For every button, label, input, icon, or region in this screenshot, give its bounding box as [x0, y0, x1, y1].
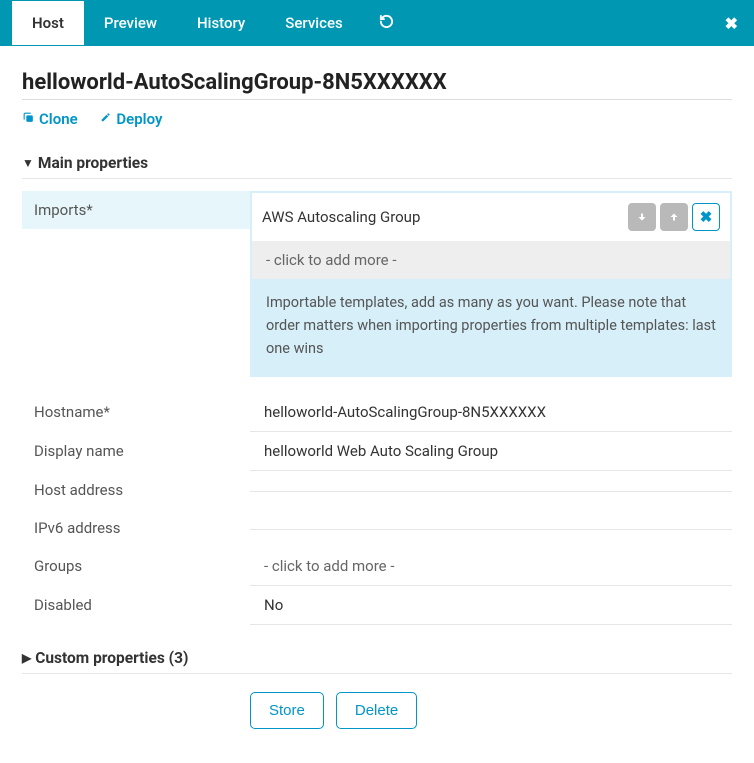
field-display-name: Display name helloworld Web Auto Scaling…: [22, 432, 732, 471]
move-down-button[interactable]: [628, 203, 656, 231]
hostaddr-value[interactable]: [250, 471, 732, 491]
imports-item-label: AWS Autoscaling Group: [262, 208, 624, 226]
groups-label: Groups: [22, 547, 250, 585]
imports-help-text: Importable templates, add as many as you…: [252, 279, 730, 365]
divider: [22, 178, 732, 179]
form-actions: Store Delete: [250, 692, 732, 729]
ipv6-value[interactable]: [250, 509, 732, 529]
hostname-value[interactable]: helloworld-AutoScalingGroup-8N5XXXXXX: [250, 393, 732, 431]
refresh-icon[interactable]: [363, 2, 410, 45]
field-groups: Groups - click to add more -: [22, 547, 732, 586]
hostname-label: Hostname*: [22, 393, 250, 431]
section-main-label: Main properties: [38, 154, 148, 172]
page-title: helloworld-AutoScalingGroup-8N5XXXXXX: [22, 70, 732, 95]
clone-label: Clone: [39, 110, 78, 128]
caret-down-icon: ▼: [22, 156, 34, 170]
tabbar: Host Preview History Services ✖: [0, 0, 754, 46]
divider: [22, 673, 732, 674]
field-ipv6: IPv6 address: [22, 509, 732, 547]
remove-import-button[interactable]: ✖: [692, 203, 720, 231]
tab-preview[interactable]: Preview: [84, 2, 177, 44]
section-main-header[interactable]: ▼ Main properties: [22, 154, 732, 172]
disabled-label: Disabled: [22, 586, 250, 624]
field-hostname: Hostname* helloworld-AutoScalingGroup-8N…: [22, 393, 732, 432]
displayname-value[interactable]: helloworld Web Auto Scaling Group: [250, 432, 732, 470]
groups-add-more[interactable]: - click to add more -: [250, 547, 732, 585]
deploy-icon: [99, 110, 112, 128]
imports-add-more[interactable]: - click to add more -: [252, 241, 730, 279]
deploy-button[interactable]: Deploy: [99, 110, 162, 128]
imports-item: AWS Autoscaling Group ✖: [252, 193, 730, 241]
store-button[interactable]: Store: [250, 692, 324, 729]
disabled-value[interactable]: No: [250, 586, 732, 624]
tab-host[interactable]: Host: [12, 1, 84, 45]
tab-services[interactable]: Services: [265, 2, 362, 44]
imports-panel: AWS Autoscaling Group ✖ - click to add m…: [250, 191, 732, 377]
displayname-label: Display name: [22, 432, 250, 470]
divider: [22, 99, 732, 100]
section-custom-header[interactable]: ▶ Custom properties (3): [22, 649, 732, 667]
clone-icon: [22, 110, 35, 128]
tab-history[interactable]: History: [177, 2, 265, 44]
caret-right-icon: ▶: [22, 651, 31, 665]
field-disabled: Disabled No: [22, 586, 732, 625]
deploy-label: Deploy: [116, 110, 162, 128]
ipv6-label: IPv6 address: [22, 509, 250, 547]
field-imports: Imports* AWS Autoscaling Group ✖ - click…: [22, 191, 732, 377]
delete-button[interactable]: Delete: [336, 692, 417, 729]
clone-button[interactable]: Clone: [22, 110, 78, 128]
page-actions: Clone Deploy: [22, 110, 732, 128]
move-up-button[interactable]: [660, 203, 688, 231]
hostaddr-label: Host address: [22, 471, 250, 509]
close-icon[interactable]: ✖: [725, 14, 738, 33]
imports-label: Imports*: [22, 191, 250, 229]
field-host-address: Host address: [22, 471, 732, 509]
section-custom-label: Custom properties (3): [35, 649, 188, 667]
